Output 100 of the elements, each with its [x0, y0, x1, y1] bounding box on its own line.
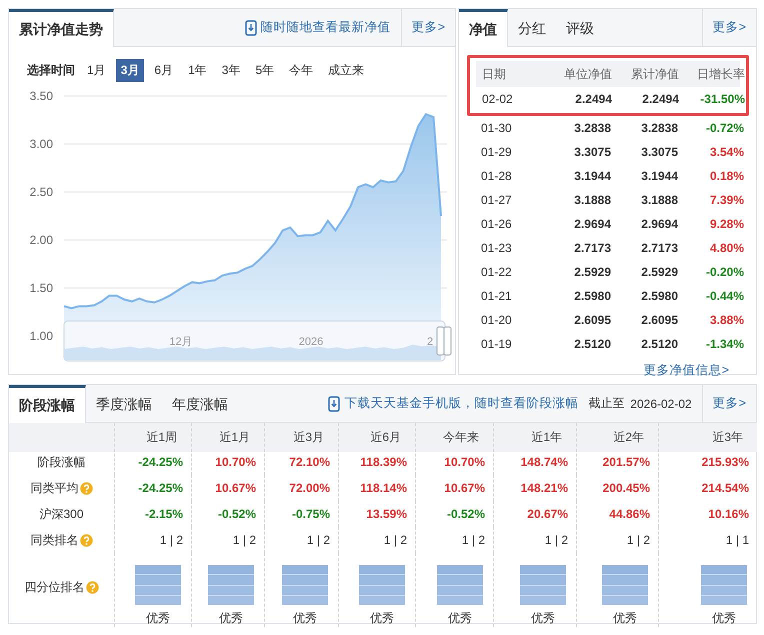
axis-label: 2: [426, 336, 434, 348]
table-cell: 72.00%: [264, 475, 338, 501]
row-label: 阶段涨幅: [38, 454, 86, 470]
table-cell: 1 | 2: [493, 527, 576, 553]
table-cell: 201.57%: [576, 449, 658, 475]
axis-tick-label: 1.50: [30, 281, 53, 295]
table-cell-text: 01-21: [481, 289, 513, 303]
table-cell-text: -0.20%: [704, 265, 744, 279]
table-cell: 118.39%: [338, 449, 415, 475]
table-cell: 72.10%: [264, 449, 338, 475]
table-cell: 44.86%: [576, 501, 658, 527]
table-cell-text: 3.1944: [640, 169, 678, 183]
axis-tick-label: 2.00: [30, 233, 53, 247]
table-cell: 20.67%: [493, 501, 576, 527]
row-label: 四分位排名: [24, 578, 84, 596]
table-cell-text: 3.3075: [573, 145, 611, 159]
tab[interactable]: 评级: [556, 9, 604, 46]
range-option[interactable]: 今年: [284, 58, 318, 82]
rating-label: 优秀: [612, 610, 638, 627]
table-cell-text: 2.6095: [640, 313, 678, 327]
app-link[interactable]: 随时随地查看最新净值: [260, 19, 391, 36]
table-cell-text: 2.6095: [573, 313, 611, 327]
row-label: 同类排名: [30, 532, 78, 548]
axis-label: 2026: [298, 336, 324, 348]
axis-label: 12月: [169, 336, 193, 348]
quartile-meter: [520, 565, 566, 605]
app-link[interactable]: 下载天天基金手机版，随时查看阶段涨幅: [344, 395, 578, 412]
range-option[interactable]: 3月: [116, 58, 144, 82]
table-cell: 10.67%: [415, 475, 493, 501]
table-cell: 1 | 2: [191, 527, 264, 553]
tab[interactable]: 净值: [459, 9, 508, 47]
table-cell-text: 01-28: [481, 169, 513, 183]
table-cell: -2.15%: [114, 501, 191, 527]
table-cell-text: -0.72%: [704, 121, 744, 135]
table-cell: -0.52%: [191, 501, 264, 527]
as-of-date: 2026-02-02: [630, 396, 693, 412]
tab[interactable]: 累计净值走势: [9, 9, 114, 47]
axis-tick-label: 3.00: [30, 137, 53, 151]
more-link[interactable]: 更多>: [702, 9, 756, 46]
axis-tick-label: 3.50: [30, 89, 53, 103]
table-cell-text: 2.5980: [640, 289, 678, 303]
column-header: 单位净值: [563, 66, 612, 82]
range-option[interactable]: 3年: [216, 58, 246, 82]
table-cell-text: 2.2494: [641, 92, 679, 106]
table-cell-text: -0.44%: [704, 289, 744, 303]
more-nav-link[interactable]: 更多净值信息>: [644, 362, 729, 379]
quartile-meter: [282, 565, 328, 605]
table-cell-text: 2.5120: [640, 337, 678, 351]
table-cell-text: 01-27: [481, 193, 513, 207]
tab[interactable]: 年度涨幅: [162, 385, 238, 422]
table-cell-text: 3.1888: [573, 193, 611, 207]
table-cell-text: 01-20: [481, 313, 513, 327]
rating-label: 优秀: [145, 610, 171, 627]
phone-icon: [244, 20, 257, 36]
table-cell: 10.16%: [658, 501, 757, 527]
rating-label: 优秀: [530, 610, 556, 627]
rating-label: 优秀: [447, 610, 473, 627]
table-cell-text: 01-30: [481, 121, 513, 135]
table-cell: -24.25%: [114, 475, 191, 501]
table-cell-text: 01-23: [481, 241, 513, 255]
tab[interactable]: 阶段涨幅: [9, 385, 86, 423]
range-option[interactable]: 1年: [183, 58, 212, 82]
range-handle[interactable]: [436, 326, 452, 356]
table-cell-text: 01-26: [481, 217, 513, 231]
rating-label: 优秀: [711, 610, 737, 627]
table-cell-text: 02-02: [482, 92, 514, 106]
table-cell: -24.25%: [114, 449, 191, 475]
table-cell-text: 9.28%: [708, 217, 744, 231]
table-cell-text: 2.5929: [640, 265, 678, 279]
range-option[interactable]: 成立来: [323, 58, 370, 82]
more-link[interactable]: 更多>: [702, 385, 756, 422]
table-cell: 10.70%: [191, 449, 264, 475]
table-cell: 10.70%: [415, 449, 493, 475]
table-cell: 1 | 1: [658, 527, 757, 553]
table-cell: 148.74%: [493, 449, 576, 475]
range-option[interactable]: 5年: [250, 58, 280, 82]
column-header: 近2年: [576, 423, 658, 452]
table-cell: 200.45%: [576, 475, 658, 501]
table-cell-text: 2.7173: [573, 241, 611, 255]
table-cell: 13.59%: [338, 501, 415, 527]
range-option[interactable]: 1月: [82, 58, 111, 82]
range-option[interactable]: 6月: [149, 58, 178, 82]
axis-tick-label: 1.00: [30, 329, 53, 343]
row-label: 沪深300: [39, 506, 84, 522]
more-link[interactable]: 更多>: [400, 9, 455, 46]
table-cell: 1 | 2: [114, 527, 191, 553]
column-header: 近1周: [114, 423, 191, 452]
column-header: 近3年: [658, 423, 757, 452]
quartile-meter: [602, 565, 648, 605]
range-label: 选择时间: [27, 62, 75, 78]
table-cell: 1 | 2: [415, 527, 493, 553]
tab[interactable]: 分红: [508, 9, 556, 46]
column-header: 近1年: [493, 423, 576, 452]
table-cell-text: 2.5929: [573, 265, 611, 279]
column-header: 日期: [482, 66, 507, 82]
tab[interactable]: 季度涨幅: [86, 385, 162, 422]
table-cell: 215.93%: [658, 449, 757, 475]
table-cell-text: 2.9694: [573, 217, 611, 231]
table-cell: 1 | 2: [338, 527, 415, 553]
column-header: 累计净值: [630, 66, 679, 82]
